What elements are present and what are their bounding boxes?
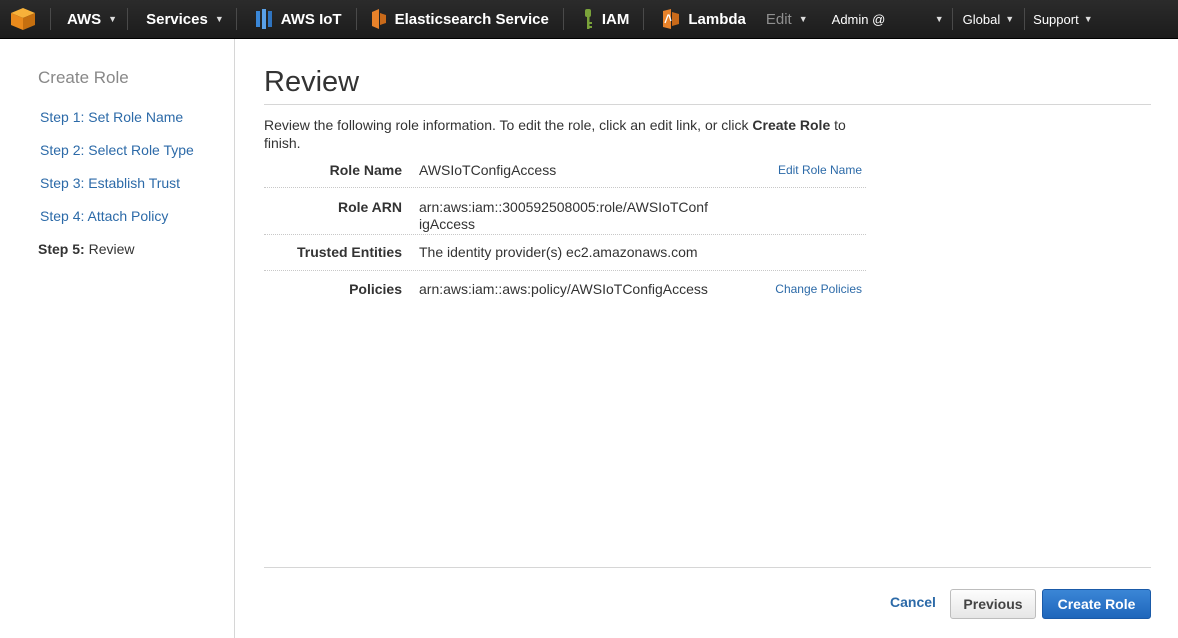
row-value: AWSIoTConfigAccess	[419, 162, 557, 178]
step-label: Review	[88, 241, 135, 257]
row-label: Role Name	[329, 162, 402, 178]
aws-home-logo[interactable]	[0, 0, 50, 39]
lambda-icon	[663, 9, 680, 29]
row-label: Policies	[349, 281, 402, 297]
wizard-sidebar: Create Role Step 1: Set Role Name Step 2…	[0, 39, 235, 638]
sidebar-step-set-role-name[interactable]: Step 1: Set Role Name	[40, 109, 183, 125]
edit-menu-label: Edit	[765, 10, 792, 28]
region-label: Global	[962, 11, 1001, 27]
chevron-down-icon: ▼	[934, 14, 944, 24]
change-policies-link[interactable]: Change Policies	[775, 282, 862, 296]
aws-iot-label: AWS IoT	[280, 10, 342, 28]
sidebar-step-attach-policy[interactable]: Step 4: Attach Policy	[40, 208, 168, 224]
aws-menu-label: AWS	[67, 10, 102, 28]
edit-menu[interactable]: Edit ▼	[756, 0, 818, 39]
row-value: arn:aws:iam::300592508005:role/AWSIoTCon…	[419, 199, 708, 232]
support-menu[interactable]: Support ▼	[1025, 0, 1102, 39]
iam-shortcut[interactable]: IAM	[564, 0, 644, 39]
edit-role-name-link[interactable]: Edit Role Name	[778, 163, 862, 177]
iam-label: IAM	[601, 10, 630, 28]
elasticsearch-label: Elasticsearch Service	[394, 10, 549, 28]
iam-key-icon	[584, 9, 592, 29]
chevron-down-icon: ▼	[1005, 14, 1015, 24]
review-row-trusted-entities: Trusted Entities The identity provider(s…	[264, 235, 866, 271]
page-title: Review	[264, 66, 360, 98]
row-value: arn:aws:iam::aws:policy/AWSIoTConfigAcce…	[419, 281, 708, 297]
footer-divider	[264, 567, 1151, 568]
sidebar-step-review: Step 5: Review	[38, 241, 134, 257]
elasticsearch-shortcut[interactable]: Elasticsearch Service	[357, 0, 563, 39]
sidebar-title: Create Role	[38, 68, 129, 87]
row-label: Role ARN	[337, 199, 402, 215]
chevron-down-icon: ▼	[214, 14, 224, 24]
sidebar-step-establish-trust[interactable]: Step 3: Establish Trust	[40, 175, 180, 191]
review-row-role-arn: Role ARN arn:aws:iam::300592508005:role/…	[264, 188, 866, 235]
aws-menu[interactable]: AWS ▼	[51, 0, 127, 39]
row-label: Trusted Entities	[296, 244, 402, 260]
sidebar-step-select-role-type[interactable]: Step 2: Select Role Type	[40, 142, 194, 158]
cancel-button[interactable]: Cancel	[890, 594, 936, 610]
review-row-policies: Policies arn:aws:iam::aws:policy/AWSIoTC…	[264, 271, 866, 307]
step-prefix: Step 5:	[38, 241, 85, 257]
account-label: Admin @	[831, 11, 886, 27]
intro-text: Review the following role information. T…	[264, 116, 874, 152]
previous-button[interactable]: Previous	[950, 589, 1036, 619]
chevron-down-icon: ▼	[798, 14, 808, 24]
review-table: Role Name AWSIoTConfigAccess Edit Role N…	[264, 156, 866, 307]
aws-iot-icon	[255, 9, 272, 29]
services-menu-label: Services	[146, 10, 208, 28]
chevron-down-icon: ▼	[108, 14, 118, 24]
top-nav-bar: AWS ▼ Services ▼ AWS IoT Elasticsearch S…	[0, 0, 1178, 39]
intro-bold: Create Role	[752, 117, 831, 133]
intro-before: Review the following role information. T…	[264, 117, 753, 133]
aws-cube-icon	[11, 8, 35, 30]
lambda-shortcut[interactable]: Lambda	[644, 0, 756, 39]
review-row-role-name: Role Name AWSIoTConfigAccess Edit Role N…	[264, 156, 866, 188]
services-menu[interactable]: Services ▼	[128, 0, 236, 39]
row-value: The identity provider(s) ec2.amazonaws.c…	[419, 244, 698, 260]
create-role-button[interactable]: Create Role	[1042, 589, 1151, 619]
title-divider	[264, 104, 1151, 105]
region-menu[interactable]: Global ▼	[953, 0, 1025, 39]
account-menu[interactable]: Admin @ ▼	[818, 0, 952, 39]
chevron-down-icon: ▼	[1083, 14, 1093, 24]
lambda-label: Lambda	[688, 10, 746, 28]
aws-iot-shortcut[interactable]: AWS IoT	[237, 0, 356, 39]
support-label: Support	[1033, 11, 1079, 27]
elasticsearch-icon	[371, 9, 386, 29]
